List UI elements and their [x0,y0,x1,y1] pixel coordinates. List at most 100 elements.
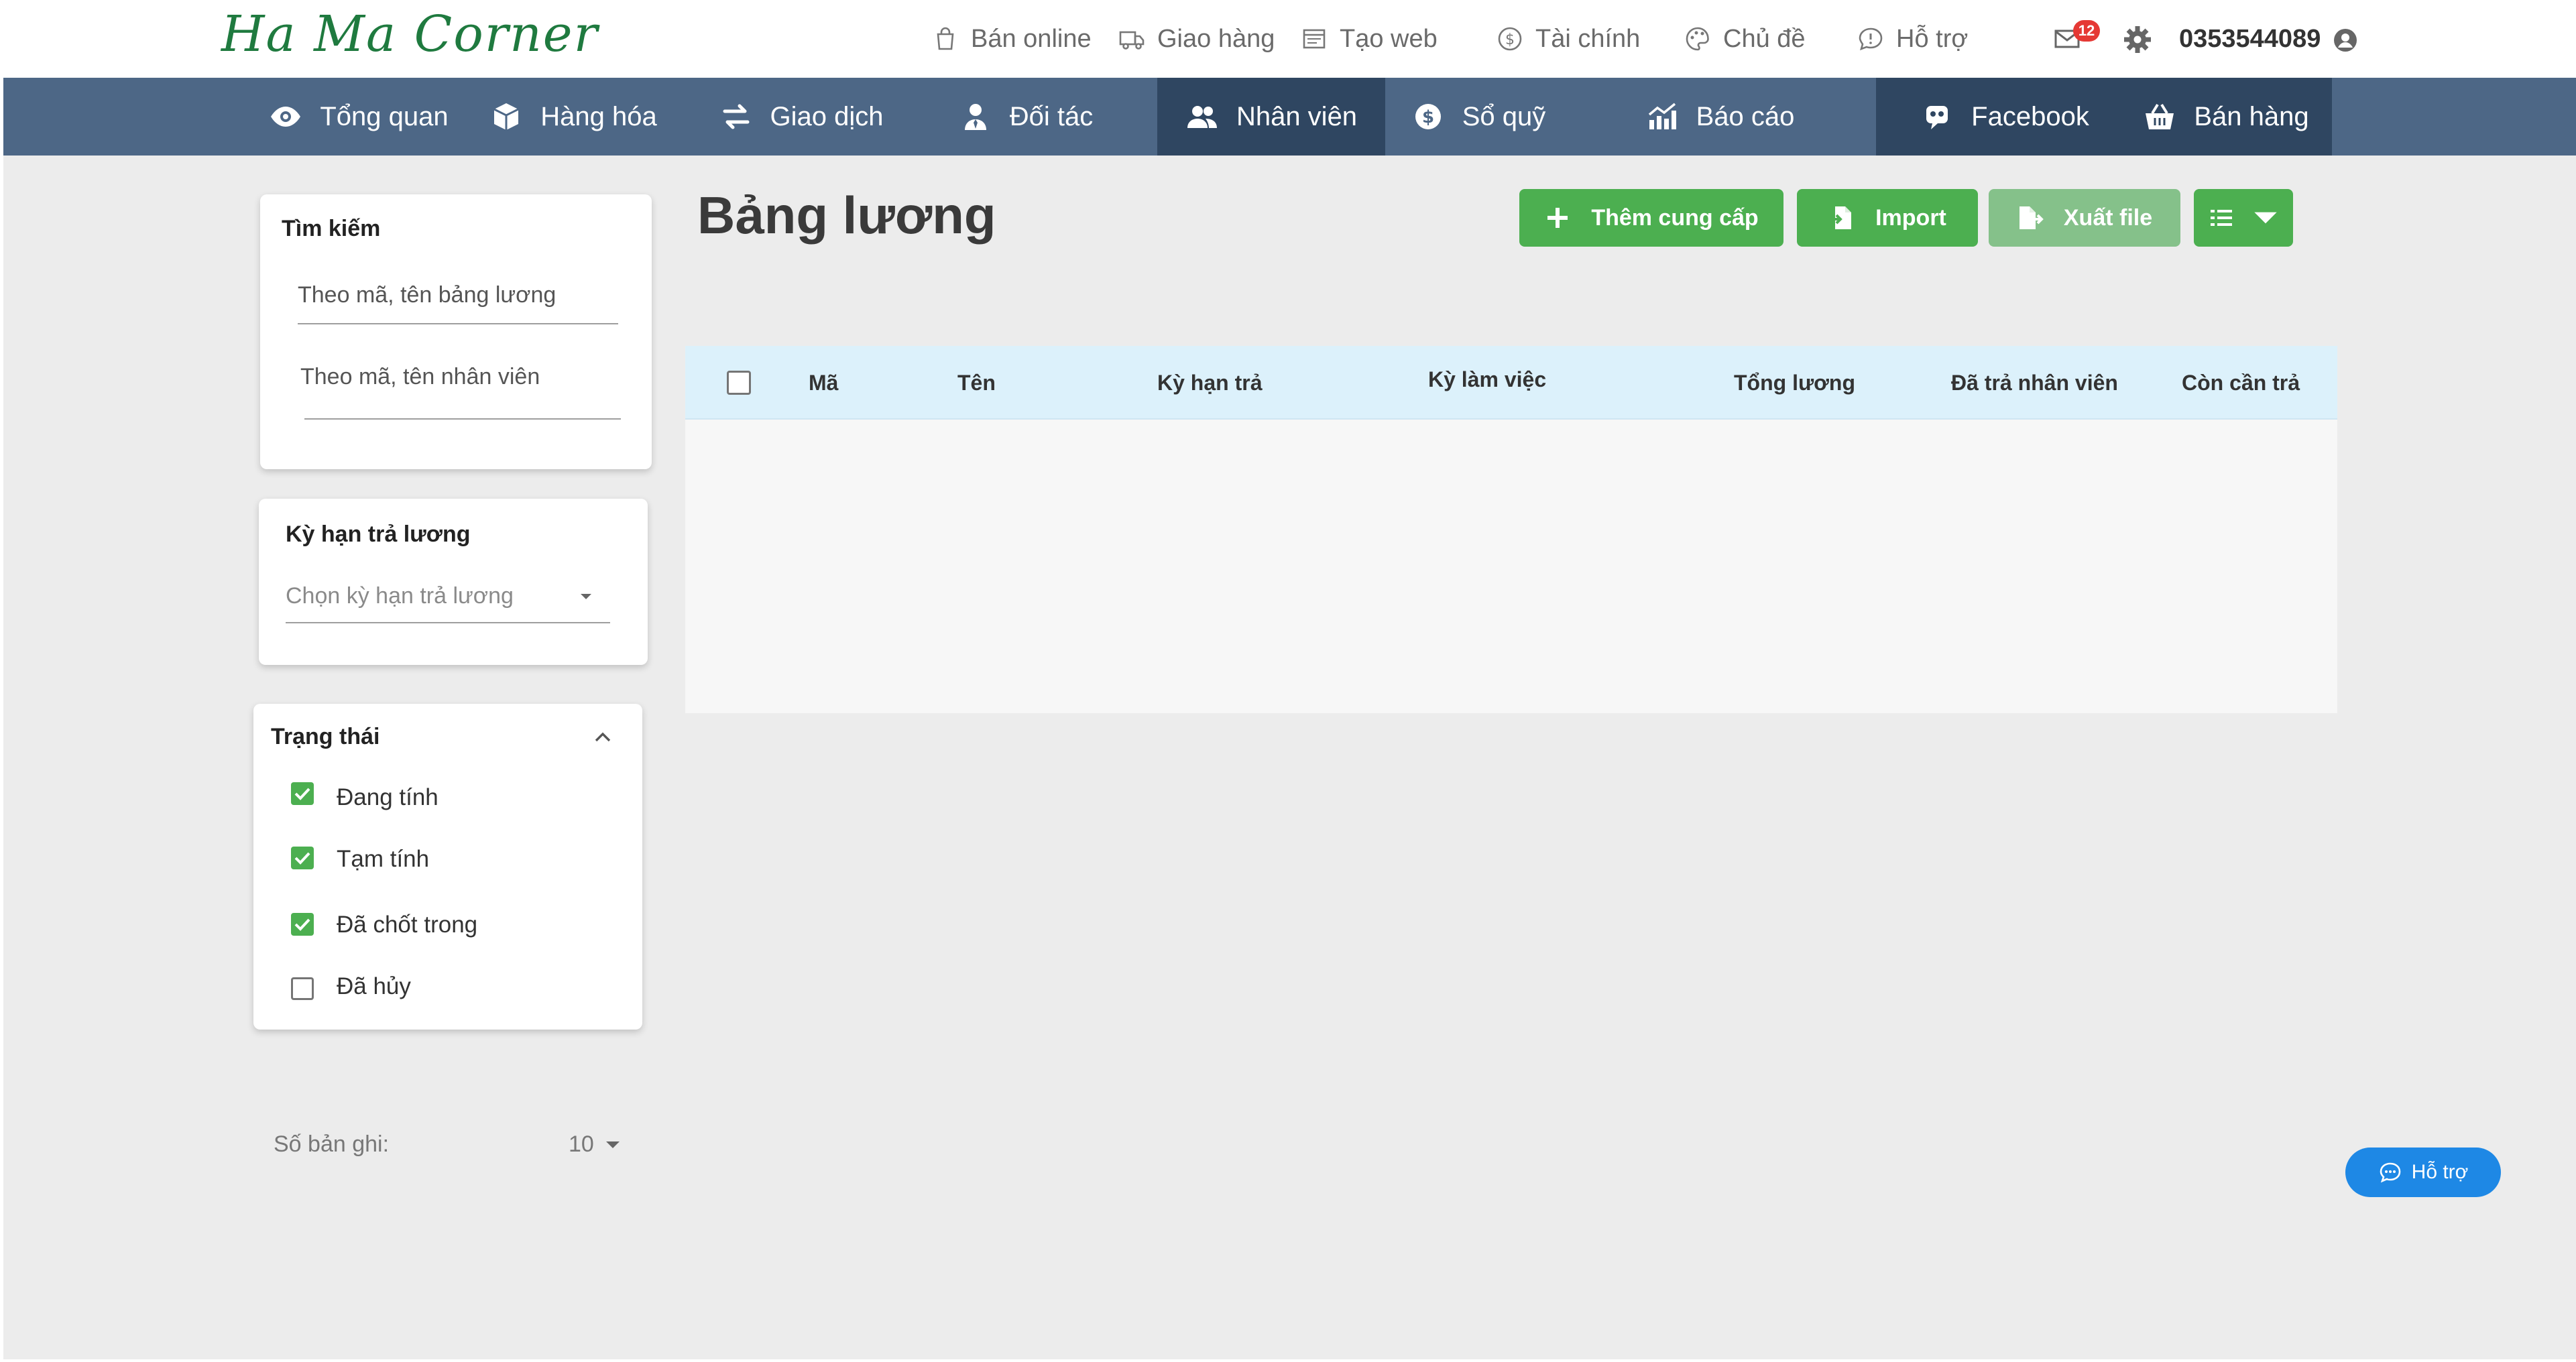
add-button[interactable]: Thêm cung cấp [1519,189,1783,247]
topbar-link-giao-hang[interactable]: Giao hàng [1118,0,1275,78]
records-per-page-value: 10 [569,1131,594,1157]
export-button[interactable]: Xuất file [1989,189,2180,247]
nav-item-label: Báo cáo [1696,101,1795,131]
column-toggle-button[interactable] [2194,189,2293,247]
column-header-con-can-tra[interactable]: Còn cần trả [2182,346,2300,420]
nav-item-ban-hang[interactable]: Bán hàng [2139,78,2313,156]
eye-icon [269,100,302,133]
caret-down-icon [605,1140,621,1150]
dollar-circle-icon: $ [1411,100,1445,133]
nav-item-label: Hàng hóa [540,101,657,131]
status-label: Tạm tính [337,846,430,872]
nav-item-tong-quan[interactable]: Tổng quan [261,78,456,156]
nav-item-nhan-vien[interactable]: Nhân viên [1157,78,1385,156]
svg-text:$: $ [1505,32,1515,48]
nav-item-doi-tac[interactable]: Đối tác [939,78,1113,156]
nav-item-label: Đối tác [1009,101,1094,131]
page-edge [3,1359,2576,1362]
chevron-up-icon[interactable] [594,731,611,743]
payroll-search-input[interactable]: Theo mã, tên bảng lương [298,282,556,308]
palette-icon [1684,25,1711,52]
pay-period-underline [286,622,610,623]
status-label: Đã hủy [337,973,411,999]
status-label: Đã chốt trong [337,912,478,938]
employee-search-underline [304,418,621,420]
topbar-link-chu-de[interactable]: Chủ đề [1684,0,1806,78]
chat-alert-icon [1857,25,1884,52]
nav-item-label: Nhân viên [1236,101,1358,131]
select-all-checkbox[interactable] [727,371,751,395]
column-header-da-tra[interactable]: Đã trả nhân viên [1951,346,2118,420]
topbar-link-label: Chủ đề [1723,24,1806,53]
status-checkbox-tam-tinh[interactable] [291,847,314,869]
nav-item-so-quy[interactable]: $ Sổ quỹ [1401,78,1556,156]
employee-search-input[interactable]: Theo mã, tên nhân viên [300,364,540,390]
users-icon [1185,100,1219,133]
nav-item-label: Tổng quan [320,101,449,131]
nav-item-label: Facebook [1971,101,2089,131]
bar-chart-icon [1645,100,1679,133]
status-checkbox-da-huy[interactable] [291,977,314,1000]
topbar-link-ho-tro[interactable]: Hỗ trợ [1857,0,1968,78]
page-title: Bảng lương [697,186,996,245]
page-edge [0,0,3,1362]
column-header-ma[interactable]: Mã [809,346,838,420]
help-button[interactable]: Hỗ trợ [2345,1148,2501,1197]
topbar-link-tai-chinh[interactable]: $ Tài chính [1497,0,1640,78]
column-header-tong-luong[interactable]: Tổng lương [1734,346,1855,420]
topbar-link-label: Tài chính [1535,24,1641,53]
user-tie-icon [959,100,992,133]
box-icon [489,100,523,133]
brand-logo[interactable]: Ha Ma Corner [221,5,599,63]
pay-period-select[interactable]: Chọn kỳ hạn trả lương [286,583,514,609]
topbar-link-tao-web[interactable]: Tạo web [1301,0,1438,78]
import-button[interactable]: Import [1797,189,1978,247]
file-import-icon [1828,204,1855,231]
nav-item-giao-dich[interactable]: Giao dịch [711,78,892,156]
user-circle-icon[interactable] [2332,27,2359,54]
file-export-icon [2017,204,2044,231]
pay-period-title: Kỳ hạn trả lương [286,521,471,547]
list-icon [2208,204,2235,231]
records-per-page-select[interactable]: 10 [569,1131,621,1158]
messenger-bot-icon [1920,100,1954,133]
exchange-icon [719,100,753,133]
column-header-ky-han-tra[interactable]: Kỳ hạn trả [1157,346,1262,420]
add-button-label: Thêm cung cấp [1591,204,1759,231]
dollar-circle-icon: $ [1497,25,1523,52]
basket-icon [2143,100,2176,133]
search-panel-title: Tìm kiếm [282,216,381,241]
import-button-label: Import [1875,204,1946,231]
truck-icon [1118,25,1145,52]
nav-item-label: Giao dịch [770,101,884,131]
records-per-page-label: Số bản ghi: [274,1131,390,1157]
nav-item-label: Sổ quỹ [1462,101,1546,131]
caret-down-icon [2252,204,2279,231]
nav-item-hang-hoa[interactable]: Hàng hóa [483,78,664,156]
nav-item-label: Bán hàng [2194,101,2309,131]
browser-icon [1301,25,1328,52]
topbar-link-label: Tạo web [1340,24,1438,53]
status-title: Trạng thái [271,724,380,749]
chat-icon [2378,1160,2402,1184]
account-phone[interactable]: 0353544089 [2179,0,2321,78]
help-button-label: Hỗ trợ [2411,1161,2469,1183]
column-header-ten[interactable]: Tên [957,346,996,420]
topbar-link-ban-online[interactable]: Bán online [932,0,1092,78]
export-button-label: Xuất file [2063,204,2153,231]
status-label: Đang tính [337,784,438,810]
status-checkbox-da-chot[interactable] [291,913,314,936]
status-checkbox-dang-tinh[interactable] [291,782,314,805]
shopping-bag-icon [932,25,959,52]
gear-icon[interactable] [2122,24,2153,55]
nav-item-bao-cao[interactable]: Báo cáo [1623,78,1817,156]
topbar-link-label: Bán online [971,24,1092,53]
notification-badge: 12 [2073,20,2100,42]
column-header-ky-lam-viec[interactable]: Kỳ làm việc [1428,346,1546,420]
svg-text:$: $ [1422,107,1434,127]
plus-icon [1544,204,1571,231]
nav-item-facebook[interactable]: Facebook [1911,78,2099,156]
payroll-search-underline [298,323,618,324]
topbar-link-label: Giao hàng [1157,24,1275,53]
chevron-down-icon[interactable] [579,593,593,601]
